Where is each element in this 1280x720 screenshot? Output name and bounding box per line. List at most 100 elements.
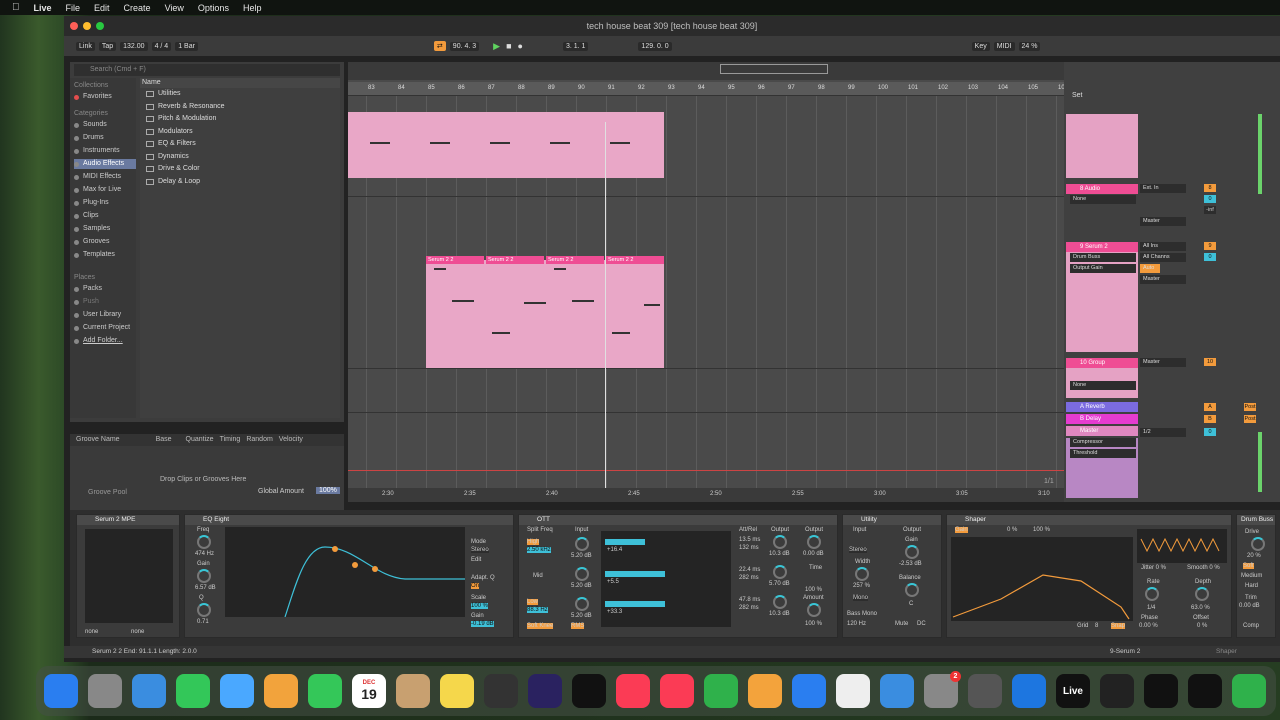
utility-gain-knob[interactable]	[905, 545, 919, 559]
sidebar-item-audio-effects[interactable]: Audio Effects	[74, 159, 136, 169]
browser-search-input[interactable]: Search (Cmd + F)	[74, 64, 340, 76]
track-9-number[interactable]: 9	[1204, 242, 1216, 250]
overview-strip[interactable]	[348, 62, 1064, 80]
shaper-depth-value[interactable]: 63.0 %	[1191, 605, 1210, 611]
loop-length-field[interactable]: 129. 0. 0	[638, 41, 672, 51]
utility-balance-knob[interactable]	[905, 583, 919, 597]
dock-finder-icon[interactable]	[44, 674, 78, 708]
ott-release-mid[interactable]: 282 ms	[739, 575, 759, 581]
shaper-offset-value[interactable]: 0 %	[1197, 623, 1207, 629]
drum-drive-value[interactable]: 20 %	[1247, 553, 1261, 559]
serum-macro-2[interactable]: none	[131, 629, 144, 635]
playhead[interactable]	[605, 122, 606, 502]
device-eq-eight[interactable]: EQ Eight Freq 474 Hz Gain 6.57 dB Q 0.71…	[184, 514, 514, 638]
menu-file[interactable]: File	[66, 3, 81, 13]
apple-icon[interactable]: 	[12, 2, 20, 13]
master-device[interactable]: Compressor	[1070, 438, 1136, 447]
name-column-header[interactable]: Name	[140, 78, 340, 88]
sidebar-item-max-for-live[interactable]: Max for Live	[74, 185, 136, 195]
ott-attack-low[interactable]: 47.8 ms	[739, 597, 760, 603]
device-shaper[interactable]: Shaper Gain 0 % 100 % Grid 8 Snap Jitter…	[946, 514, 1232, 638]
sidebar-item-plug-ins[interactable]: Plug-Ins	[74, 198, 136, 208]
drum-soft-button[interactable]: Soft	[1243, 563, 1254, 569]
ott-output-high-value[interactable]: 10.3 dB	[769, 551, 790, 557]
ott-rms[interactable]: RMS	[571, 623, 585, 629]
sidebar-item-clips[interactable]: Clips	[74, 211, 136, 221]
sidebar-item-midi-effects[interactable]: MIDI Effects	[74, 172, 136, 182]
groove-quantize-column[interactable]: Quantize	[186, 434, 214, 446]
track-9-device-1[interactable]: Drum Buss	[1070, 253, 1136, 262]
track-8-audio-header[interactable]: 8 Audio	[1066, 184, 1138, 194]
utility-dc-button[interactable]: DC	[917, 621, 926, 627]
ott-amount-knob[interactable]	[807, 603, 821, 617]
ott-low-label[interactable]: Low	[527, 599, 539, 605]
groove-base-column[interactable]: Base	[156, 434, 172, 446]
audio-clip[interactable]	[348, 112, 664, 178]
time-signature-field[interactable]: 4 / 4	[151, 41, 172, 51]
device-title[interactable]: Serum 2 MPE	[77, 515, 179, 525]
midi-clip-header[interactable]: Serum 2 2	[606, 256, 664, 264]
dock-keynote-icon[interactable]	[1012, 674, 1046, 708]
drum-drive-knob[interactable]	[1251, 537, 1265, 551]
return-a-label[interactable]: A	[1204, 403, 1216, 411]
stop-icon[interactable]: ■	[506, 41, 511, 51]
eq-gain-knob[interactable]	[197, 569, 211, 583]
list-item[interactable]: Drive & Color	[140, 163, 340, 176]
serum-macro-1[interactable]: none	[85, 629, 98, 635]
midi-clip-header[interactable]: Serum 2 2	[546, 256, 604, 264]
follow-icon[interactable]: ⇄	[433, 41, 446, 51]
ott-input-mid-value[interactable]: 5.20 dB	[571, 583, 592, 589]
ott-input-low-knob[interactable]	[575, 597, 589, 611]
record-icon[interactable]: ●	[518, 41, 523, 51]
drum-hard-button[interactable]: Hard	[1245, 583, 1258, 589]
shaper-grid-value[interactable]: 8	[1095, 623, 1098, 629]
list-item[interactable]: Modulators	[140, 126, 340, 139]
menu-create[interactable]: Create	[124, 3, 151, 13]
utility-mono-button[interactable]: Mono	[853, 595, 869, 601]
sidebar-item-grooves[interactable]: Grooves	[74, 237, 136, 247]
track-10-output[interactable]: Master	[1140, 358, 1186, 367]
ott-output-low-value[interactable]: 10.3 dB	[769, 611, 790, 617]
ott-low-freq[interactable]: 88.3 Hz	[527, 607, 548, 613]
sidebar-item-drums[interactable]: Drums	[74, 133, 136, 143]
eq-freq-knob[interactable]	[197, 535, 211, 549]
master-param[interactable]: Threshold	[1070, 449, 1136, 458]
groove-random-column[interactable]: Random	[246, 434, 272, 446]
midi-clip-header[interactable]: Serum 2 2	[426, 256, 484, 264]
sidebar-item-templates[interactable]: Templates	[74, 250, 136, 260]
eq-mode-menu[interactable]: Stereo	[471, 547, 489, 553]
menu-view[interactable]: View	[165, 3, 184, 13]
shaper-smooth[interactable]: Smooth 0 %	[1187, 565, 1220, 571]
midi-note[interactable]	[452, 300, 474, 302]
quantize-menu[interactable]: 1 Bar	[175, 41, 198, 51]
dock-maps-icon[interactable]	[220, 674, 254, 708]
utility-stereo-menu[interactable]: Stereo	[849, 547, 867, 553]
sidebar-item-user-library[interactable]: User Library	[74, 310, 136, 320]
midi-note[interactable]	[572, 300, 594, 302]
list-item[interactable]: Reverb & Resonance	[140, 101, 340, 114]
track-9-serum-header[interactable]: 9 Serum 2	[1066, 242, 1138, 252]
utility-gain-value[interactable]: -2.53 dB	[899, 561, 922, 567]
return-a-reverb-header[interactable]: A Reverb	[1066, 402, 1138, 412]
play-icon[interactable]: ▶	[493, 41, 500, 52]
list-item[interactable]: Dynamics	[140, 151, 340, 164]
device-ott[interactable]: OTT Split Freq Input High 2.50 kHz Mid L…	[518, 514, 838, 638]
shaper-gain-button[interactable]: Gain	[955, 527, 968, 533]
ott-release-low[interactable]: 282 ms	[739, 605, 759, 611]
midi-clip-header[interactable]: Serum 2 2	[486, 256, 544, 264]
sidebar-item-add-folder[interactable]: Add Folder...	[74, 336, 136, 346]
close-window-button[interactable]	[70, 22, 78, 30]
midi-note[interactable]	[492, 332, 510, 334]
list-item[interactable]: Utilities	[140, 88, 340, 101]
ott-attack-mid[interactable]: 22.4 ms	[739, 567, 760, 573]
ott-output-low-knob[interactable]	[773, 595, 787, 609]
drum-trim-value[interactable]: 0.00 dB	[1239, 603, 1260, 609]
eq-scale-field[interactable]: 100 %	[471, 603, 489, 609]
dock-tv-icon[interactable]	[572, 674, 606, 708]
dock-music-icon[interactable]	[616, 674, 650, 708]
track-10-group-header[interactable]: 10 Group	[1066, 358, 1138, 368]
dock-notes-icon[interactable]	[440, 674, 474, 708]
midi-map-button[interactable]: MIDI	[993, 41, 1015, 51]
dock-activity-icon[interactable]	[1100, 674, 1134, 708]
dock-photos-icon[interactable]	[264, 674, 298, 708]
